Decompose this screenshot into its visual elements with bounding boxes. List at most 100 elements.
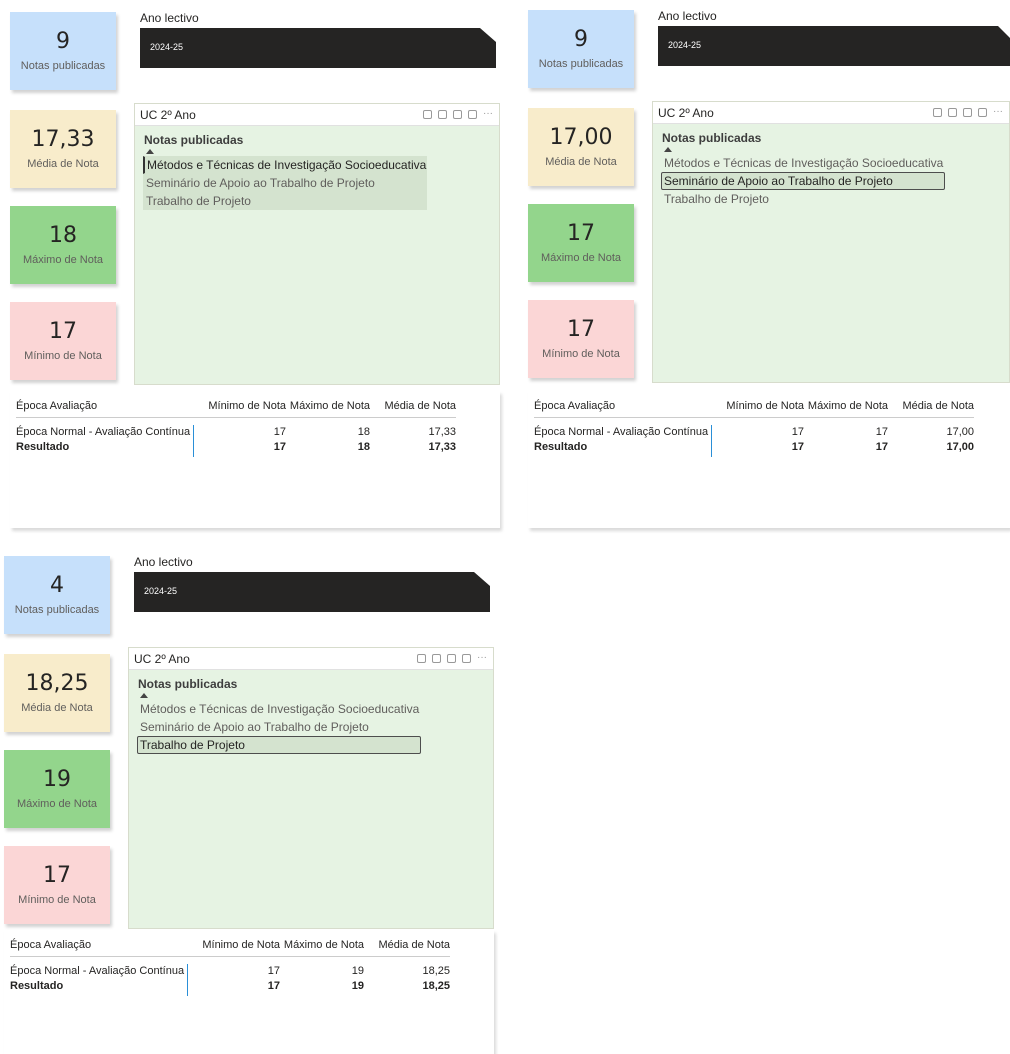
kpi-value: 17 <box>567 316 595 342</box>
list-item-metodos[interactable]: Métodos e Técnicas de Investigação Socio… <box>143 156 427 174</box>
ano-lectivo-dropdown[interactable]: 2024-25 <box>658 26 1010 66</box>
column-header[interactable]: Máximo de Nota <box>284 938 364 953</box>
list-header[interactable]: Notas publicadas <box>129 670 493 691</box>
epoca-avaliacao-table: Época Avaliação Mínimo de Nota Máximo de… <box>4 930 494 1054</box>
focus-mode-icon[interactable] <box>978 108 987 117</box>
table-cell: 18,25 <box>422 965 450 977</box>
table-cell: 17 <box>875 441 888 453</box>
focus-mode-icon[interactable] <box>468 110 477 119</box>
list-header[interactable]: Notas publicadas <box>135 126 499 147</box>
filter-icon[interactable] <box>447 654 456 663</box>
kpi-value: 17 <box>567 220 595 246</box>
filter-icon[interactable] <box>963 108 972 117</box>
column-header[interactable]: Média de Nota <box>378 938 450 953</box>
kpi-label: Máximo de Nota <box>22 254 104 267</box>
epoca-avaliacao-table: Época Avaliação Mínimo de Nota Máximo de… <box>528 391 1010 528</box>
pin-icon[interactable] <box>948 108 957 117</box>
table-cell: Época Normal - Avaliação Contínua <box>10 965 185 977</box>
column-header[interactable]: Média de Nota <box>902 399 974 414</box>
list-item-metodos[interactable]: Métodos e Técnicas de Investigação Socio… <box>661 154 945 172</box>
list-item-seminario[interactable]: Seminário de Apoio ao Trabalho de Projet… <box>661 172 945 190</box>
more-options-icon[interactable]: ··· <box>993 107 1003 117</box>
uc-list: Métodos e Técnicas de Investigação Socio… <box>129 700 493 754</box>
kpi-card-media-nota[interactable]: 17,00 Média de Nota <box>528 108 634 186</box>
ano-lectivo-slicer[interactable]: Ano lectivo 2024-25 <box>654 8 1010 72</box>
kpi-card-maximo-nota[interactable]: 18 Máximo de Nota <box>10 206 116 284</box>
table-row[interactable]: Época Normal - Avaliação Contínua 17 18 … <box>16 425 456 440</box>
ano-lectivo-slicer[interactable]: Ano lectivo 2024-25 <box>130 554 494 618</box>
table-cell: 17 <box>273 426 286 438</box>
column-header[interactable]: Média de Nota <box>384 399 456 414</box>
kpi-value: 9 <box>56 28 70 54</box>
kpi-card-notas-publicadas[interactable]: 4 Notas publicadas <box>4 556 110 634</box>
more-options-icon[interactable]: ··· <box>477 653 487 663</box>
filter-icon[interactable] <box>453 110 462 119</box>
table-row[interactable]: Época Normal - Avaliação Contínua 17 17 … <box>534 425 974 440</box>
kpi-card-notas-publicadas[interactable]: 9 Notas publicadas <box>10 12 116 90</box>
ano-lectivo-value: 2024-25 <box>668 40 702 50</box>
sort-ascending-icon[interactable] <box>664 147 672 152</box>
table-cell: 17,00 <box>946 426 974 438</box>
report-panel-3: 4 Notas publicadas 18,25 Média de Nota 1… <box>4 552 504 1054</box>
ano-lectivo-dropdown[interactable]: 2024-25 <box>140 28 496 68</box>
kpi-card-minimo-nota[interactable]: 17 Mínimo de Nota <box>528 300 634 378</box>
kpi-label: Mínimo de Nota <box>24 350 102 363</box>
focus-mode-icon[interactable] <box>462 654 471 663</box>
list-item-metodos[interactable]: Métodos e Técnicas de Investigação Socio… <box>137 700 421 718</box>
list-header[interactable]: Notas publicadas <box>653 124 1009 145</box>
table-total-row[interactable]: Resultado 17 17 17,00 <box>534 440 974 455</box>
sort-ascending-icon[interactable] <box>146 149 154 154</box>
table-cell: Época Normal - Avaliação Contínua <box>16 426 191 438</box>
slicer-title: Ano lectivo <box>134 555 193 569</box>
table-header-row: Época Avaliação Mínimo de Nota Máximo de… <box>10 938 450 957</box>
column-header[interactable]: Mínimo de Nota <box>208 399 286 414</box>
copy-icon[interactable] <box>933 108 942 117</box>
table-header-row: Época Avaliação Mínimo de Nota Máximo de… <box>16 399 456 418</box>
list-item-trabalho[interactable]: Trabalho de Projeto <box>143 192 427 210</box>
kpi-card-minimo-nota[interactable]: 17 Mínimo de Nota <box>4 846 110 924</box>
column-header[interactable]: Época Avaliação <box>16 399 97 414</box>
table-cell: 17,33 <box>428 426 456 438</box>
copy-icon[interactable] <box>423 110 432 119</box>
uc-header: UC 2º Ano ··· <box>129 648 493 670</box>
column-header[interactable]: Época Avaliação <box>10 938 91 953</box>
kpi-card-maximo-nota[interactable]: 19 Máximo de Nota <box>4 750 110 828</box>
column-header[interactable]: Máximo de Nota <box>290 399 370 414</box>
uc-slicer: UC 2º Ano ··· Notas publicadas Métodos e… <box>134 103 500 385</box>
ano-lectivo-slicer[interactable]: Ano lectivo 2024-25 <box>136 10 500 74</box>
column-header[interactable]: Época Avaliação <box>534 399 615 414</box>
uc-list: Métodos e Técnicas de Investigação Socio… <box>135 156 499 210</box>
table-cell: Época Normal - Avaliação Contínua <box>534 426 709 438</box>
visual-header-icons: ··· <box>933 107 1009 117</box>
list-item-seminario[interactable]: Seminário de Apoio ao Trabalho de Projet… <box>137 718 421 736</box>
ano-lectivo-dropdown[interactable]: 2024-25 <box>134 572 490 612</box>
table-row[interactable]: Época Normal - Avaliação Contínua 17 19 … <box>10 964 450 979</box>
pin-icon[interactable] <box>432 654 441 663</box>
kpi-value: 18 <box>49 222 77 248</box>
table-total-row[interactable]: Resultado 17 18 17,33 <box>16 440 456 455</box>
kpi-card-maximo-nota[interactable]: 17 Máximo de Nota <box>528 204 634 282</box>
kpi-label: Mínimo de Nota <box>18 894 96 907</box>
column-header[interactable]: Mínimo de Nota <box>202 938 280 953</box>
kpi-card-media-nota[interactable]: 18,25 Média de Nota <box>4 654 110 732</box>
kpi-card-notas-publicadas[interactable]: 9 Notas publicadas <box>528 10 634 88</box>
sort-ascending-icon[interactable] <box>140 693 148 698</box>
column-header[interactable]: Mínimo de Nota <box>726 399 804 414</box>
kpi-card-media-nota[interactable]: 17,33 Média de Nota <box>10 110 116 188</box>
column-header[interactable]: Máximo de Nota <box>808 399 888 414</box>
table-cell: Resultado <box>10 980 64 992</box>
table-cell: 17 <box>875 426 888 438</box>
table-total-row[interactable]: Resultado 17 19 18,25 <box>10 979 450 994</box>
list-item-trabalho[interactable]: Trabalho de Projeto <box>137 736 421 754</box>
table-cell: 17 <box>267 965 280 977</box>
kpi-value: 9 <box>574 26 588 52</box>
kpi-label: Máximo de Nota <box>16 798 98 811</box>
kpi-card-minimo-nota[interactable]: 17 Mínimo de Nota <box>10 302 116 380</box>
pin-icon[interactable] <box>438 110 447 119</box>
list-item-trabalho[interactable]: Trabalho de Projeto <box>661 190 945 208</box>
more-options-icon[interactable]: ··· <box>483 109 493 119</box>
list-item-seminario[interactable]: Seminário de Apoio ao Trabalho de Projet… <box>143 174 427 192</box>
kpi-label: Média de Nota <box>545 156 617 169</box>
copy-icon[interactable] <box>417 654 426 663</box>
uc-title: UC 2º Ano <box>140 107 196 122</box>
